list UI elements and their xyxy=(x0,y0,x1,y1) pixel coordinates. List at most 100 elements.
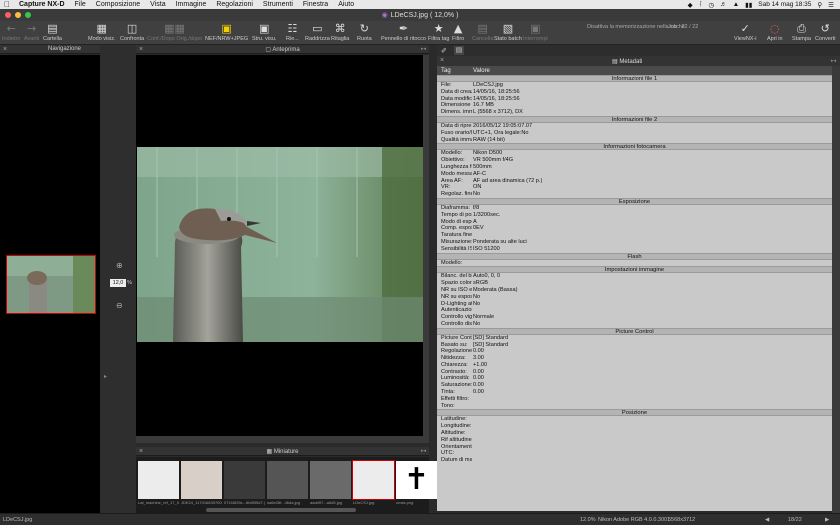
metadata-row[interactable]: Modo messa AF-C xyxy=(437,171,832,178)
dropbox-icon[interactable]: ◆ xyxy=(688,1,693,9)
metadata-row[interactable]: Basato su: [SD] Standard xyxy=(437,342,832,349)
filter-tag-button[interactable]: ★ Filtra tag xyxy=(428,23,449,43)
preview-vscrollbar[interactable] xyxy=(423,55,429,443)
metadata-row[interactable]: Modo di espo A xyxy=(437,219,832,226)
thumbnail[interactable] xyxy=(352,460,395,500)
volume-icon[interactable]: ♬ xyxy=(720,1,727,8)
thumbnail[interactable] xyxy=(267,461,308,499)
straighten-button[interactable]: ▭ Raddrizza xyxy=(305,23,330,43)
metadata-section-header[interactable]: Informazioni file 2 xyxy=(437,115,832,123)
close-icon[interactable]: × xyxy=(3,46,7,53)
preview-viewport[interactable] xyxy=(136,55,429,443)
menu-immagine[interactable]: Immagine xyxy=(171,1,212,8)
apple-icon[interactable]:  xyxy=(0,0,14,9)
compare-button[interactable]: ◫ Confronta xyxy=(120,23,144,43)
close-window-button[interactable] xyxy=(5,12,11,18)
col-value[interactable]: Valore xyxy=(472,68,490,74)
bluetooth-icon[interactable]: ᛛ xyxy=(699,1,703,8)
metadata-row[interactable]: Bilanc. del bi Auto0, 0, 0 xyxy=(437,273,832,280)
metadata-row[interactable]: Altitudine: xyxy=(437,430,832,437)
metadata-section-header[interactable]: Picture Control xyxy=(437,327,832,335)
convert-button[interactable]: ↺ Converti xyxy=(815,23,835,43)
expand-icon[interactable]: ▸◂ xyxy=(421,448,426,454)
metadata-row[interactable]: Dimensione f 16.7 MB xyxy=(437,102,832,109)
metadata-row[interactable]: VR: ON xyxy=(437,184,832,191)
edit-tab-icon[interactable]: ✐ xyxy=(441,47,447,55)
filter-button[interactable]: ▲ Filtro xyxy=(452,23,464,43)
metadata-row[interactable]: Contrasto: 0.00 xyxy=(437,369,832,376)
metadata-row[interactable]: Rif altitudine: xyxy=(437,437,832,444)
menu-app[interactable]: Capture NX-D xyxy=(14,1,70,8)
metadata-row[interactable]: UTC: xyxy=(437,450,832,457)
metadata-row[interactable]: Saturazione: 0.00 xyxy=(437,382,832,389)
nef-jpeg-button[interactable]: ▣ NEF/NRW+JPEG xyxy=(205,23,248,43)
metadata-row[interactable]: Effetti filtro: xyxy=(437,396,832,403)
time-machine-icon[interactable]: ◷ xyxy=(709,1,715,9)
metadata-section-header[interactable]: Posizione xyxy=(437,409,832,417)
menu-finestra[interactable]: Finestra xyxy=(298,1,333,8)
panel-resize-handle[interactable]: ▸ xyxy=(104,373,107,380)
metadata-row[interactable]: Misurazione: Ponderata su alte luci xyxy=(437,239,832,246)
metadata-row[interactable]: Lunghezza fo 500mm xyxy=(437,164,832,171)
wifi-icon[interactable]: ▲ xyxy=(733,1,739,8)
metadata-row[interactable]: Autenticazior xyxy=(437,307,832,314)
menu-aiuto[interactable]: Aiuto xyxy=(333,1,359,8)
metadata-row[interactable]: Data di ripre 2016/05/12 19:05:07.07 xyxy=(437,123,832,130)
menu-regolazioni[interactable]: Regolazioni xyxy=(211,1,258,8)
metadata-section-header[interactable]: Informazioni fotocamera xyxy=(437,143,832,151)
thumbnail[interactable] xyxy=(138,461,179,499)
metadata-row[interactable]: Controllo dist No xyxy=(437,321,832,328)
navigation-thumbnail[interactable] xyxy=(6,255,96,314)
metadata-section-header[interactable]: Flash xyxy=(437,252,832,260)
open-in-button[interactable]: ◌ Apri in xyxy=(767,23,783,43)
preview-hscrollbar[interactable] xyxy=(136,436,429,443)
metadata-row[interactable]: Chiarezza: +1.00 xyxy=(437,362,832,369)
zoom-field[interactable]: 12,0 xyxy=(110,279,126,287)
retouch-brush-button[interactable]: ✒ Pennello di ritocco xyxy=(381,23,426,43)
metadata-row[interactable]: NR su esposi No xyxy=(437,294,832,301)
viewnx-button[interactable]: ✓ ViewNX-i xyxy=(734,23,757,43)
metadata-row[interactable]: Modello: Nikon D500 xyxy=(437,150,832,157)
metadata-row[interactable]: Area AF: AF ad area dinamica (72 p.) xyxy=(437,178,832,185)
metadata-row[interactable]: Tempo di pos 1/3200sec. xyxy=(437,212,832,219)
close-icon[interactable]: × xyxy=(440,57,444,64)
metadata-row[interactable]: Data modific 14/05/16, 18:25:56 xyxy=(437,96,832,103)
expand-icon[interactable]: ▸◂ xyxy=(421,46,426,52)
menu-vista[interactable]: Vista xyxy=(145,1,170,8)
metadata-row[interactable]: Luminosità: 0.00 xyxy=(437,375,832,382)
metadata-row[interactable]: Latitudine: xyxy=(437,416,832,423)
metadata-row[interactable]: Spazio colore sRGB xyxy=(437,280,832,287)
tools-button[interactable]: ▣ Stru. visu. xyxy=(252,23,276,43)
thumbnail[interactable]: ✝ xyxy=(396,461,437,499)
zoom-window-button[interactable] xyxy=(25,12,31,18)
metadata-section-header[interactable]: Informazioni file 1 xyxy=(437,75,832,82)
metadata-row[interactable]: Obiettivo: VR 500mm f/4G xyxy=(437,157,832,164)
thumbnail-scrollbar[interactable] xyxy=(206,508,356,512)
metadata-row[interactable]: File: LDeCSJ.jpg xyxy=(437,82,832,89)
metadata-row[interactable]: Dimens. imm L (5568 x 3712), DX xyxy=(437,109,832,116)
metadata-row[interactable]: Tinta: 0.00 xyxy=(437,389,832,396)
col-tag[interactable]: Tag xyxy=(437,68,472,74)
metadata-row[interactable]: Tono: xyxy=(437,403,832,410)
metadata-row[interactable]: Longitudine: xyxy=(437,423,832,430)
batch-status-button[interactable]: ▧ Stato batch xyxy=(494,23,522,43)
fill-button[interactable]: ☷ Rie... xyxy=(286,23,299,43)
interrupt-button[interactable]: ▣ Interrompi xyxy=(523,23,548,43)
view-mode-button[interactable]: ▦ Modo visiz. xyxy=(88,23,116,43)
prev-image-icon[interactable]: ◀ xyxy=(765,517,769,523)
info-tab-icon[interactable]: ▤ xyxy=(454,46,464,55)
navigation-view[interactable] xyxy=(0,55,100,513)
thumbnail-strip[interactable]: Lat_machine_ref_17_01...JDE24_1170168357… xyxy=(136,457,437,513)
metadata-row[interactable]: Data di creaz 14/05/16, 18:25:56 xyxy=(437,89,832,96)
metadata-section-header[interactable]: Esposizione xyxy=(437,197,832,205)
menu-file[interactable]: File xyxy=(70,1,91,8)
metadata-row[interactable]: Orientamento xyxy=(437,444,832,451)
battery-icon[interactable]: ▮▮ xyxy=(745,1,752,9)
metadata-row[interactable]: Nitidezza: 3.00 xyxy=(437,355,832,362)
close-icon[interactable]: × xyxy=(139,448,143,455)
preview-image[interactable] xyxy=(137,147,429,342)
zoom-in-icon[interactable]: ⊕ xyxy=(116,261,123,270)
metadata-row[interactable]: NR su ISO el Moderata (Bassa) xyxy=(437,287,832,294)
metadata-row[interactable]: Regolazione r0.00 xyxy=(437,348,832,355)
delete-button[interactable]: ▤ Cancella xyxy=(472,23,493,43)
